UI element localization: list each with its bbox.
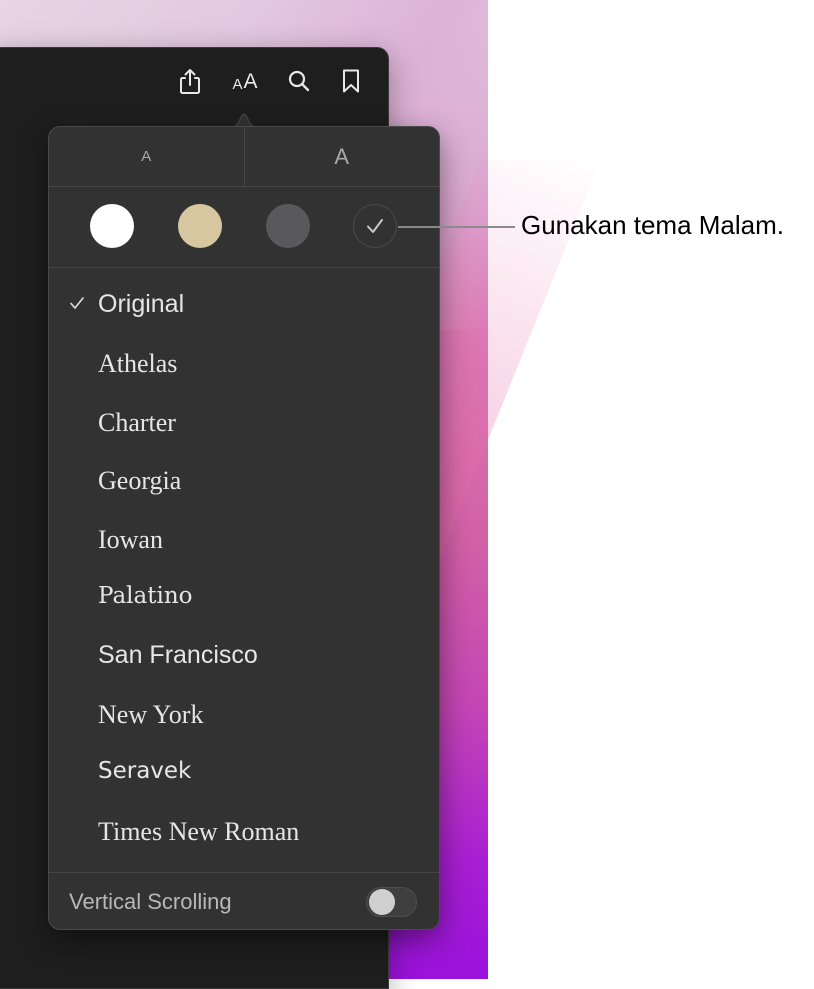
font-item-seravek[interactable]: Seravek	[49, 749, 439, 799]
search-button[interactable]	[284, 66, 314, 96]
font-label: New York	[98, 700, 204, 729]
share-icon	[180, 69, 200, 94]
callout-label: Gunakan tema Malam.	[521, 210, 785, 240]
theme-sepia-button[interactable]	[178, 204, 222, 248]
toggle-knob	[369, 889, 395, 915]
theme-selector	[49, 186, 439, 268]
text-size-icon: A A	[232, 71, 257, 92]
font-label: San Francisco	[98, 641, 258, 669]
appearance-popover: A A Original Athelas Charter Georgia Iow…	[48, 126, 440, 930]
share-button[interactable]	[175, 66, 205, 96]
font-item-new-york[interactable]: New York	[49, 691, 439, 741]
font-label: Charter	[98, 408, 176, 437]
font-label: Times New Roman	[98, 817, 300, 846]
font-item-athelas[interactable]: Athelas	[49, 340, 439, 390]
font-item-original[interactable]: Original	[49, 281, 439, 331]
callout-line	[398, 226, 515, 228]
font-label: Seravek	[98, 758, 192, 784]
appearance-button[interactable]: A A	[229, 66, 261, 96]
search-icon	[288, 70, 310, 92]
font-label: Georgia	[98, 466, 182, 495]
theme-white-button[interactable]	[90, 204, 134, 248]
large-a-glyph: A	[243, 69, 258, 93]
decrease-font-size-button[interactable]: A	[49, 127, 245, 186]
font-item-san-francisco[interactable]: San Francisco	[49, 632, 439, 682]
checkmark-icon	[367, 219, 383, 233]
font-label: Athelas	[98, 349, 178, 378]
font-item-georgia[interactable]: Georgia	[49, 457, 439, 507]
theme-gray-button[interactable]	[266, 204, 310, 248]
font-label: Iowan	[98, 525, 163, 554]
font-item-iowan[interactable]: Iowan	[49, 516, 439, 566]
checkmark-icon	[70, 297, 84, 309]
theme-night-button[interactable]	[353, 204, 397, 248]
divider	[49, 872, 439, 873]
vertical-scrolling-toggle[interactable]	[366, 887, 417, 917]
bookmark-button[interactable]	[336, 66, 366, 96]
font-item-palatino[interactable]: Palatino	[49, 574, 439, 624]
bookmark-icon	[343, 69, 359, 93]
font-item-charter[interactable]: Charter	[49, 399, 439, 449]
font-label: Palatino	[98, 583, 193, 609]
increase-font-size-button[interactable]: A	[245, 127, 440, 186]
font-size-controls: A A	[49, 127, 439, 187]
vertical-scrolling-label: Vertical Scrolling	[69, 889, 232, 914]
font-item-times-new-roman[interactable]: Times New Roman	[49, 808, 439, 858]
small-a-glyph: A	[232, 75, 243, 93]
font-label: Original	[98, 290, 185, 318]
